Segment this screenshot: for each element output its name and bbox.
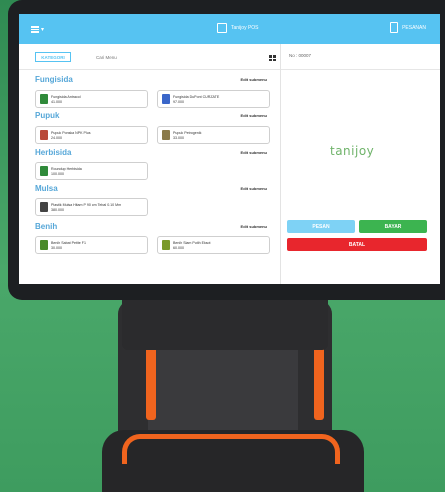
category-fungisida: Fungisida Edit submenu [35,75,275,84]
product-card[interactable]: Fungisida DuPont CURZATE 97.000 [157,90,270,108]
tanijoy-logo: tanijoy [330,144,375,158]
category-benih: Benih Edit submenu [35,222,275,231]
grid-view-icon[interactable] [269,55,276,61]
category-title: Herbisida [35,148,72,157]
order-number: No : 00007 [289,53,312,58]
product-price: 100.000 [51,171,64,176]
product-name: Fungisida DuPont CURZATE [173,94,220,99]
product-thumbnail [40,240,48,250]
edit-submenu-link[interactable]: Edit submenu [241,150,267,155]
menu-toolbar: KATEGORI [19,44,280,70]
product-card[interactable]: Fungisida Antracol 41.000 [35,90,148,108]
category-pupuk: Pupuk Edit submenu [35,111,275,120]
category-title: Fungisida [35,75,73,84]
pos-screen: ▾ Tanijoy POS PESANAN KATEGORI Fungisida… [19,14,440,284]
orders-button[interactable]: PESANAN [390,22,426,33]
product-price: 33.000 [173,135,184,140]
category-title: Pupuk [35,111,60,120]
product-card[interactable]: Benih Sabat Petite F1 30.000 [35,236,148,254]
product-thumbnail [162,130,170,140]
app-title-group: Tanijoy POS [217,23,259,33]
order-header: No : 00007 [281,44,440,70]
product-price: 380.000 [51,207,64,212]
top-bar: ▾ Tanijoy POS PESANAN [19,14,440,44]
hamburger-icon [31,25,39,33]
category-title: Mulsa [35,184,58,193]
edit-submenu-link[interactable]: Edit submenu [241,186,267,191]
batal-button[interactable]: BATAL [287,238,427,251]
product-thumbnail [40,94,48,104]
bayar-button[interactable]: BAYAR [359,220,427,233]
caret-down-icon: ▾ [41,26,45,33]
product-card[interactable]: Plastik Mulsa Hitam P 90 cm Tebal 0.10 M… [35,198,148,216]
category-button[interactable]: KATEGORI [35,52,71,62]
product-price: 41.000 [51,99,62,104]
category-title: Benih [35,222,58,231]
product-price: 97.000 [173,99,184,104]
pesan-button[interactable]: PESAN [287,220,355,233]
receipt-icon [390,22,399,33]
product-card[interactable]: Pupuk Petrogenik 33.000 [157,126,270,144]
product-thumbnail [40,166,48,176]
product-thumbnail [40,202,48,212]
search-input[interactable] [96,55,156,60]
product-price: 24.000 [51,135,62,140]
menu-button[interactable]: ▾ [31,24,45,34]
category-mulsa: Mulsa Edit submenu [35,184,275,193]
edit-submenu-link[interactable]: Edit submenu [241,77,267,82]
product-thumbnail [162,240,170,250]
product-card[interactable]: Benih Siam Putih Eksot 60.000 [157,236,270,254]
order-panel: No : 00007 tanijoy PESAN BAYAR BATAL [280,44,440,284]
stand-base-stripe [122,434,340,464]
product-name: Pupuk Ponska NPK Plus [51,130,91,135]
product-name: Benih Siam Putih Eksot [173,240,211,245]
orders-label: PESANAN [402,24,426,31]
product-name: Fungisida Antracol [51,94,81,99]
product-card[interactable]: Pupuk Ponska NPK Plus 24.000 [35,126,148,144]
product-name: Pupuk Petrogenik [173,130,202,135]
menu-panel: KATEGORI Fungisida Edit submenu Fungisid… [19,44,280,284]
product-price: 60.000 [173,245,184,250]
product-name: Benih Sabat Petite F1 [51,240,86,245]
product-name: Plastik Mulsa Hitam P 90 cm Tebal 0.10 M… [51,202,122,207]
app-title: Tanijoy POS [231,25,259,31]
product-thumbnail [40,130,48,140]
product-card[interactable]: Roundup Herbisida 100.000 [35,162,148,180]
product-thumbnail [162,94,170,104]
edit-submenu-link[interactable]: Edit submenu [241,224,267,229]
product-name: Roundup Herbisida [51,166,82,171]
edit-submenu-link[interactable]: Edit submenu [241,113,267,118]
pos-register-icon [217,23,227,33]
category-herbisida: Herbisida Edit submenu [35,148,275,157]
product-price: 30.000 [51,245,62,250]
